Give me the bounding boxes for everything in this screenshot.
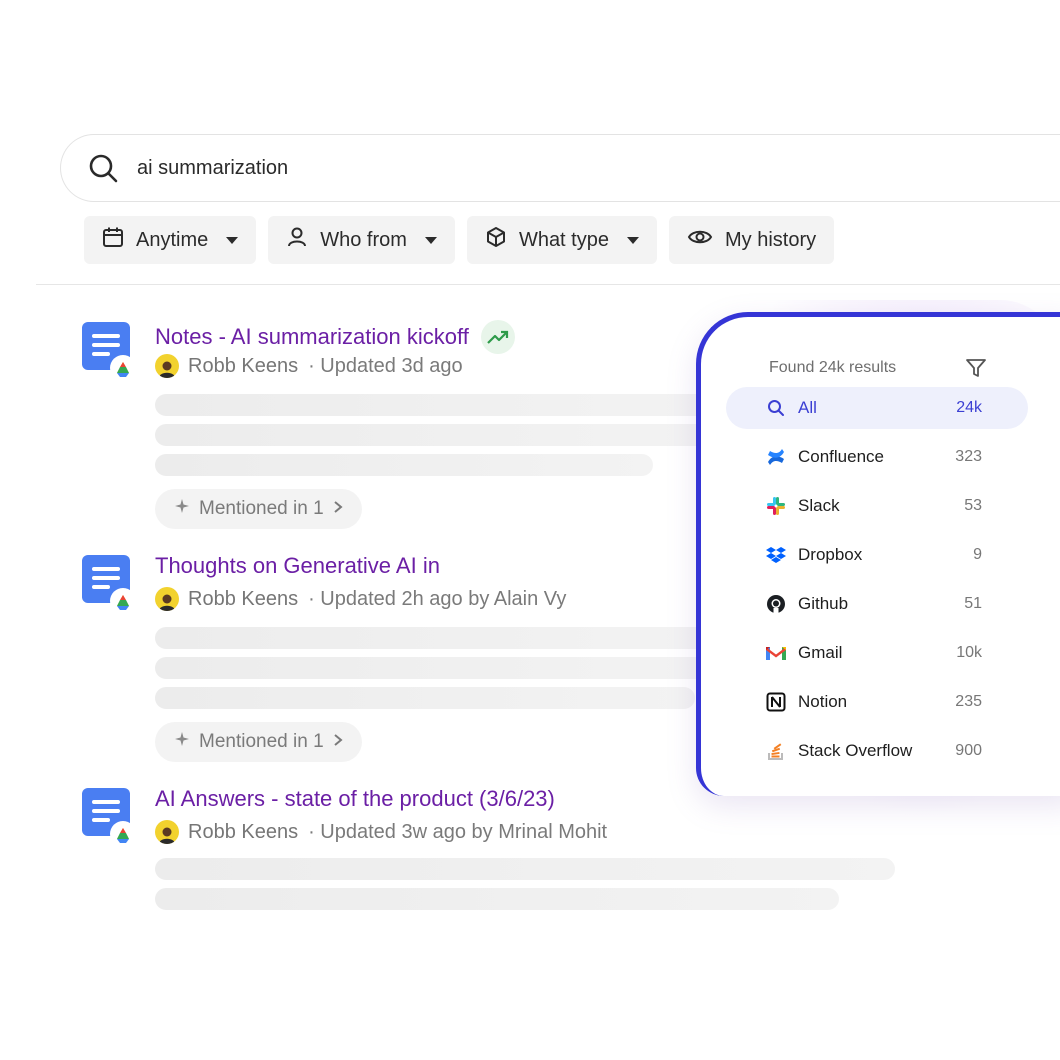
divider xyxy=(36,284,1060,285)
source-list: All 24k Confluence 323 Slack 53 Dropbox … xyxy=(726,387,1028,779)
snippet-placeholder xyxy=(155,394,715,416)
notion-icon xyxy=(766,692,786,712)
sparkle-icon xyxy=(173,497,191,521)
source-item-stack-overflow[interactable]: Stack Overflow 900 xyxy=(726,730,1028,772)
filter-label: Anytime xyxy=(136,228,209,251)
snippet-placeholder xyxy=(155,858,895,880)
snippet-placeholder xyxy=(155,627,715,649)
mentioned-in-button[interactable]: Mentioned in 1 xyxy=(155,722,362,762)
source-count: 24k xyxy=(956,399,982,416)
sparkle-icon xyxy=(173,730,191,754)
source-label: Confluence xyxy=(798,447,885,466)
results-count: Found 24k results xyxy=(769,359,897,376)
filter-label: Who from xyxy=(320,228,407,251)
chevron-down-icon xyxy=(626,236,639,244)
snippet-placeholder xyxy=(155,687,695,709)
avatar xyxy=(155,587,179,611)
source-item-dropbox[interactable]: Dropbox 9 xyxy=(726,534,1028,576)
result-title[interactable]: AI Answers - state of the product (3/6/2… xyxy=(155,786,555,812)
filter-label: My history xyxy=(724,228,817,251)
source-count: 323 xyxy=(955,448,982,465)
result-title[interactable]: Thoughts on Generative AI in xyxy=(155,553,440,579)
filter-who-from[interactable]: Who from xyxy=(268,216,455,264)
trending-icon xyxy=(480,320,515,354)
stackoverflow-icon xyxy=(766,741,786,761)
source-label: Slack xyxy=(798,496,840,515)
source-item-notion[interactable]: Notion 235 xyxy=(726,681,1028,723)
source-filter-panel: Found 24k results All 24k Confluence 323… xyxy=(696,312,1060,796)
result-updated: · Updated 2h ago by Alain Vy xyxy=(308,587,567,610)
result-meta: Robb Keens · Updated 2h ago by Alain Vy xyxy=(155,587,566,611)
result-meta: Robb Keens · Updated 3d ago xyxy=(155,354,463,378)
google-docs-icon xyxy=(82,553,138,614)
mention-label: Mentioned in 1 xyxy=(199,498,324,519)
search-icon xyxy=(87,152,119,184)
source-item-slack[interactable]: Slack 53 xyxy=(726,485,1028,527)
github-icon xyxy=(766,594,786,614)
filter-what-type[interactable]: What type xyxy=(466,216,657,264)
chevron-down-icon xyxy=(424,236,437,244)
result-author[interactable]: Robb Keens xyxy=(188,821,298,844)
filter-icon[interactable] xyxy=(965,357,987,379)
result-title[interactable]: Notes - AI summarization kickoff xyxy=(155,320,515,354)
result-title-text[interactable]: AI Answers - state of the product (3/6/2… xyxy=(155,786,555,812)
source-label: Gmail xyxy=(798,643,843,662)
source-count: 53 xyxy=(964,497,982,514)
eye-icon xyxy=(687,226,713,254)
calendar-icon xyxy=(102,226,124,254)
source-count: 51 xyxy=(964,595,982,612)
source-count: 235 xyxy=(955,693,982,710)
source-item-github[interactable]: Github 51 xyxy=(726,583,1028,625)
result-author[interactable]: Robb Keens xyxy=(188,355,298,378)
search-bar[interactable]: ai summarization xyxy=(60,134,1060,202)
result-author[interactable]: Robb Keens xyxy=(188,588,298,611)
source-count: 9 xyxy=(973,546,982,563)
chevron-right-icon xyxy=(332,731,344,753)
filter-bar: Anytime Who from What type My history xyxy=(84,216,835,264)
mention-label: Mentioned in 1 xyxy=(199,731,324,752)
source-label: Github xyxy=(798,594,849,613)
snippet-placeholder xyxy=(155,657,715,679)
dropbox-icon xyxy=(766,545,786,565)
filter-anytime[interactable]: Anytime xyxy=(84,216,257,264)
snippet-placeholder xyxy=(155,424,715,446)
source-count: 900 xyxy=(955,742,982,759)
mentioned-in-button[interactable]: Mentioned in 1 xyxy=(155,489,362,529)
snippet-placeholder xyxy=(155,888,839,910)
source-count: 10k xyxy=(956,644,982,661)
chevron-right-icon xyxy=(332,498,344,520)
google-docs-icon xyxy=(82,786,138,847)
result-meta: Robb Keens · Updated 3w ago by Mrinal Mo… xyxy=(155,820,607,844)
search-icon xyxy=(766,398,786,418)
slack-icon xyxy=(766,496,786,516)
avatar xyxy=(155,820,179,844)
result-title-text[interactable]: Notes - AI summarization kickoff xyxy=(155,324,469,350)
gmail-icon xyxy=(766,643,786,663)
avatar xyxy=(155,354,179,378)
person-icon xyxy=(286,226,308,254)
snippet-placeholder xyxy=(155,454,653,476)
google-docs-icon xyxy=(82,320,138,381)
source-item-gmail[interactable]: Gmail 10k xyxy=(726,632,1028,674)
filter-my-history[interactable]: My history xyxy=(668,216,835,264)
result-title-text[interactable]: Thoughts on Generative AI in xyxy=(155,553,440,579)
result-updated: · Updated 3w ago by Mrinal Mohit xyxy=(308,820,608,843)
filter-label: What type xyxy=(518,228,609,251)
source-label: Notion xyxy=(798,692,848,711)
confluence-icon xyxy=(766,447,786,467)
source-item-confluence[interactable]: Confluence 323 xyxy=(726,436,1028,478)
result-updated: · Updated 3d ago xyxy=(308,354,463,377)
source-item-all[interactable]: All 24k xyxy=(726,387,1028,429)
source-label: All xyxy=(798,398,817,417)
chevron-down-icon xyxy=(226,236,239,244)
cube-icon xyxy=(485,226,507,254)
search-input[interactable]: ai summarization xyxy=(137,157,288,180)
source-label: Stack Overflow xyxy=(798,741,913,760)
source-label: Dropbox xyxy=(798,545,863,564)
